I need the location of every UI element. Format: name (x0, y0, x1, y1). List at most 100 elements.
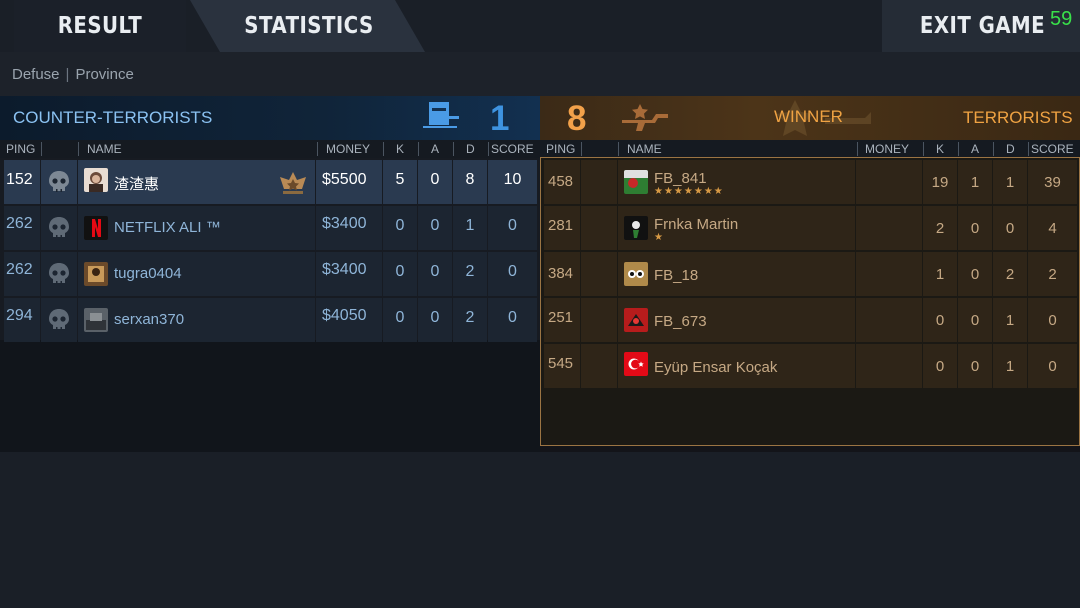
player-kills: 0 (395, 263, 405, 280)
table-row[interactable]: 251 FB_673 0 0 1 0 (544, 298, 1077, 342)
column-divider (488, 142, 489, 156)
avatar (84, 262, 108, 286)
player-ping: 251 (548, 309, 574, 326)
ct-team-name: COUNTER-TERRORISTS (13, 108, 213, 127)
ct-col-score: SCORE (491, 142, 534, 156)
bottom-area (0, 452, 1080, 608)
t-players-table: 458 FB_841 ★★★★★★★ 19 1 1 39 281 Frnka M… (540, 157, 1080, 446)
player-deaths: 2 (1005, 266, 1015, 283)
skull-icon (49, 309, 69, 330)
exit-game-button[interactable]: EXIT GAME (916, 0, 1049, 52)
column-divider (1028, 142, 1029, 156)
ct-column-header: PING NAME MONEY K A D SCORE (0, 140, 540, 158)
t-col-k: K (936, 142, 945, 156)
player-name: tugra0404 (114, 265, 182, 282)
player-kills: 5 (395, 171, 405, 188)
status-cell (581, 252, 617, 296)
player-rank-stars: ★ (654, 232, 664, 243)
player-score: 39 (1044, 174, 1061, 191)
player-name: Eyüp Ensar Koçak (654, 359, 778, 376)
player-money: $5500 (322, 171, 367, 188)
t-column-header: PING NAME MONEY K A D SCORE (540, 140, 1080, 158)
t-col-d: D (1006, 142, 1015, 156)
t-team-score: 8 (567, 99, 587, 138)
player-name: serxan370 (114, 311, 185, 328)
fps-counter: 59 (1050, 8, 1073, 30)
player-money: $4050 (322, 307, 367, 324)
table-row[interactable]: 384 FB_18 1 0 2 2 (544, 252, 1077, 296)
player-score: 0 (508, 309, 517, 326)
table-row[interactable]: 262 tugra0404 $3400 0 0 2 0 (4, 252, 537, 296)
column-divider (453, 142, 454, 156)
player-score: 0 (1048, 312, 1057, 329)
tab-result[interactable]: RESULT (14, 0, 186, 52)
table-row[interactable]: 281 Frnka Martin ★ 2 0 0 4 (544, 206, 1077, 250)
ct-col-money: MONEY (326, 142, 371, 156)
money-cell (856, 206, 922, 250)
column-divider (41, 142, 42, 156)
netflix-avatar (84, 216, 108, 240)
player-kills: 1 (935, 266, 945, 283)
column-divider (78, 142, 79, 156)
player-score: 10 (503, 171, 522, 188)
t-col-ping: PING (546, 142, 576, 156)
ct-players-table: 152 渣渣惠 $5500 5 0 8 10 262 NETFLIX ALI ™… (4, 160, 537, 344)
money-cell (856, 298, 922, 342)
player-deaths: 1 (1005, 358, 1015, 375)
column-divider (317, 142, 318, 156)
player-score: 0 (1048, 358, 1057, 375)
player-ping: 294 (6, 307, 33, 324)
ct-col-k: K (396, 142, 405, 156)
player-assists: 0 (970, 266, 980, 283)
avatar (84, 308, 108, 332)
ct-col-d: D (466, 142, 475, 156)
player-ping: 458 (548, 173, 574, 190)
column-divider (383, 142, 384, 156)
skull-icon (49, 217, 69, 238)
player-assists: 1 (970, 174, 980, 191)
red-avatar (624, 308, 648, 332)
status-cell (581, 344, 617, 388)
rifle-star-icon (622, 104, 668, 131)
player-name: NETFLIX ALI ™ (114, 219, 221, 236)
table-row[interactable]: 262 NETFLIX ALI ™ $3400 0 0 1 0 (4, 206, 537, 250)
player-deaths: 0 (1005, 220, 1015, 237)
money-cell (856, 160, 922, 204)
status-cell (581, 298, 617, 342)
table-row[interactable]: 458 FB_841 ★★★★★★★ 19 1 1 39 (544, 160, 1077, 204)
player-name: FB_841 (654, 170, 707, 187)
player-kills: 19 (931, 174, 949, 191)
player-name: Frnka Martin (654, 216, 739, 233)
player-kills: 0 (935, 358, 945, 375)
player-money: $3400 (322, 215, 367, 232)
table-row[interactable]: 545 Eyüp Ensar Koçak 0 0 1 0 (544, 344, 1077, 388)
player-deaths: 1 (1005, 312, 1015, 329)
tab-statistics[interactable]: STATISTICS (215, 0, 402, 52)
table-row[interactable]: 152 渣渣惠 $5500 5 0 8 10 (4, 160, 537, 204)
status-cell (581, 206, 617, 250)
map-info: Defuse | Province (12, 66, 134, 83)
flag-avatar (624, 170, 648, 194)
player-assists: 0 (430, 309, 440, 326)
player-kills: 0 (395, 217, 405, 234)
ct-col-ping: PING (6, 142, 36, 156)
player-assists: 0 (970, 312, 980, 329)
rank-badge-icon (280, 172, 306, 194)
player-ping: 262 (6, 261, 33, 278)
skull-icon (49, 171, 69, 192)
player-assists: 0 (970, 220, 980, 237)
player-ping: 152 (6, 171, 33, 188)
money-cell (856, 252, 922, 296)
player-ping: 384 (548, 265, 574, 282)
ct-col-a: A (431, 142, 440, 156)
status-cell (581, 160, 617, 204)
table-row[interactable]: 294 serxan370 $4050 0 0 2 0 (4, 298, 537, 342)
t-col-a: A (971, 142, 980, 156)
ct-col-name: NAME (87, 142, 122, 156)
player-name: 渣渣惠 (114, 176, 160, 193)
player-name: FB_673 (654, 313, 707, 330)
map-info-bar (0, 52, 1080, 96)
game-mode: Defuse (12, 66, 60, 83)
player-assists: 0 (430, 263, 440, 280)
player-ping: 262 (6, 215, 33, 232)
